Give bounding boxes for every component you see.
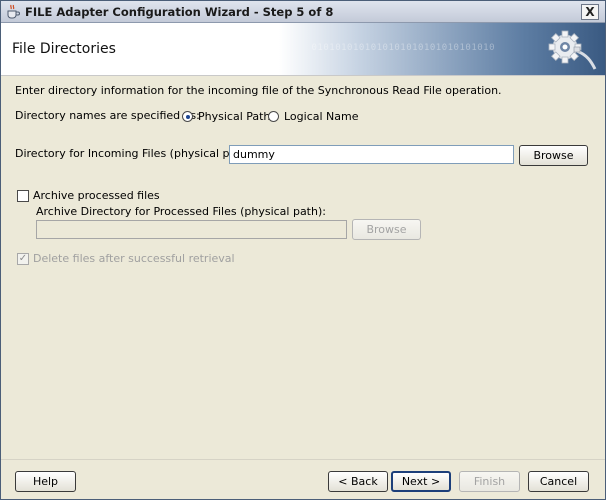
back-button[interactable]: < Back bbox=[328, 471, 388, 492]
next-button[interactable]: Next > bbox=[391, 471, 451, 492]
cancel-button[interactable]: Cancel bbox=[528, 471, 589, 492]
archive-dir-label: Archive Directory for Processed Files (p… bbox=[36, 205, 326, 218]
dir-names-label: Directory names are specified as: bbox=[15, 109, 200, 122]
wizard-content: Enter directory information for the inco… bbox=[1, 76, 605, 456]
incoming-dir-input[interactable]: dummy bbox=[229, 145, 514, 164]
help-button[interactable]: Help bbox=[15, 471, 76, 492]
archive-browse-button[interactable]: Browse bbox=[352, 219, 421, 240]
window-title: FILE Adapter Configuration Wizard - Step… bbox=[25, 5, 334, 19]
title-bar[interactable]: FILE Adapter Configuration Wizard - Step… bbox=[1, 1, 605, 23]
physical-path-radio[interactable] bbox=[182, 111, 193, 122]
back-label: < Back bbox=[338, 475, 378, 488]
incoming-dir-label: Directory for Incoming Files (physical p… bbox=[15, 147, 256, 160]
page-title: File Directories bbox=[12, 41, 116, 57]
close-button[interactable]: X bbox=[581, 4, 599, 20]
close-icon: X bbox=[585, 5, 595, 19]
wizard-header: File Directories 01010101010101010101010… bbox=[1, 23, 605, 76]
delete-files-checkbox[interactable]: ✓ bbox=[17, 253, 29, 265]
next-label: Next > bbox=[401, 475, 441, 488]
archive-dir-input[interactable] bbox=[36, 220, 347, 239]
footer-divider bbox=[1, 459, 605, 460]
archive-files-checkbox[interactable] bbox=[17, 190, 29, 202]
finish-button[interactable]: Finish bbox=[459, 471, 520, 492]
gear-icon bbox=[548, 30, 597, 70]
java-cup-icon bbox=[7, 4, 20, 19]
logical-name-label[interactable]: Logical Name bbox=[284, 110, 359, 123]
banner-binary-text: 0101010101010101010101010101010 bbox=[311, 43, 495, 53]
cancel-label: Cancel bbox=[539, 475, 578, 488]
archive-browse-label: Browse bbox=[366, 223, 407, 236]
help-label: Help bbox=[32, 475, 59, 488]
browse-button[interactable]: Browse bbox=[519, 145, 588, 166]
delete-files-label: Delete files after successful retrieval bbox=[33, 252, 235, 265]
intro-text: Enter directory information for the inco… bbox=[15, 84, 502, 97]
archive-files-label[interactable]: Archive processed files bbox=[33, 189, 160, 202]
finish-label: Finish bbox=[473, 475, 506, 488]
browse-label: Browse bbox=[533, 149, 574, 162]
wizard-window: FILE Adapter Configuration Wizard - Step… bbox=[0, 0, 606, 500]
logical-name-radio[interactable] bbox=[268, 111, 279, 122]
incoming-dir-value: dummy bbox=[233, 148, 275, 161]
physical-path-label[interactable]: Physical Path bbox=[198, 110, 270, 123]
